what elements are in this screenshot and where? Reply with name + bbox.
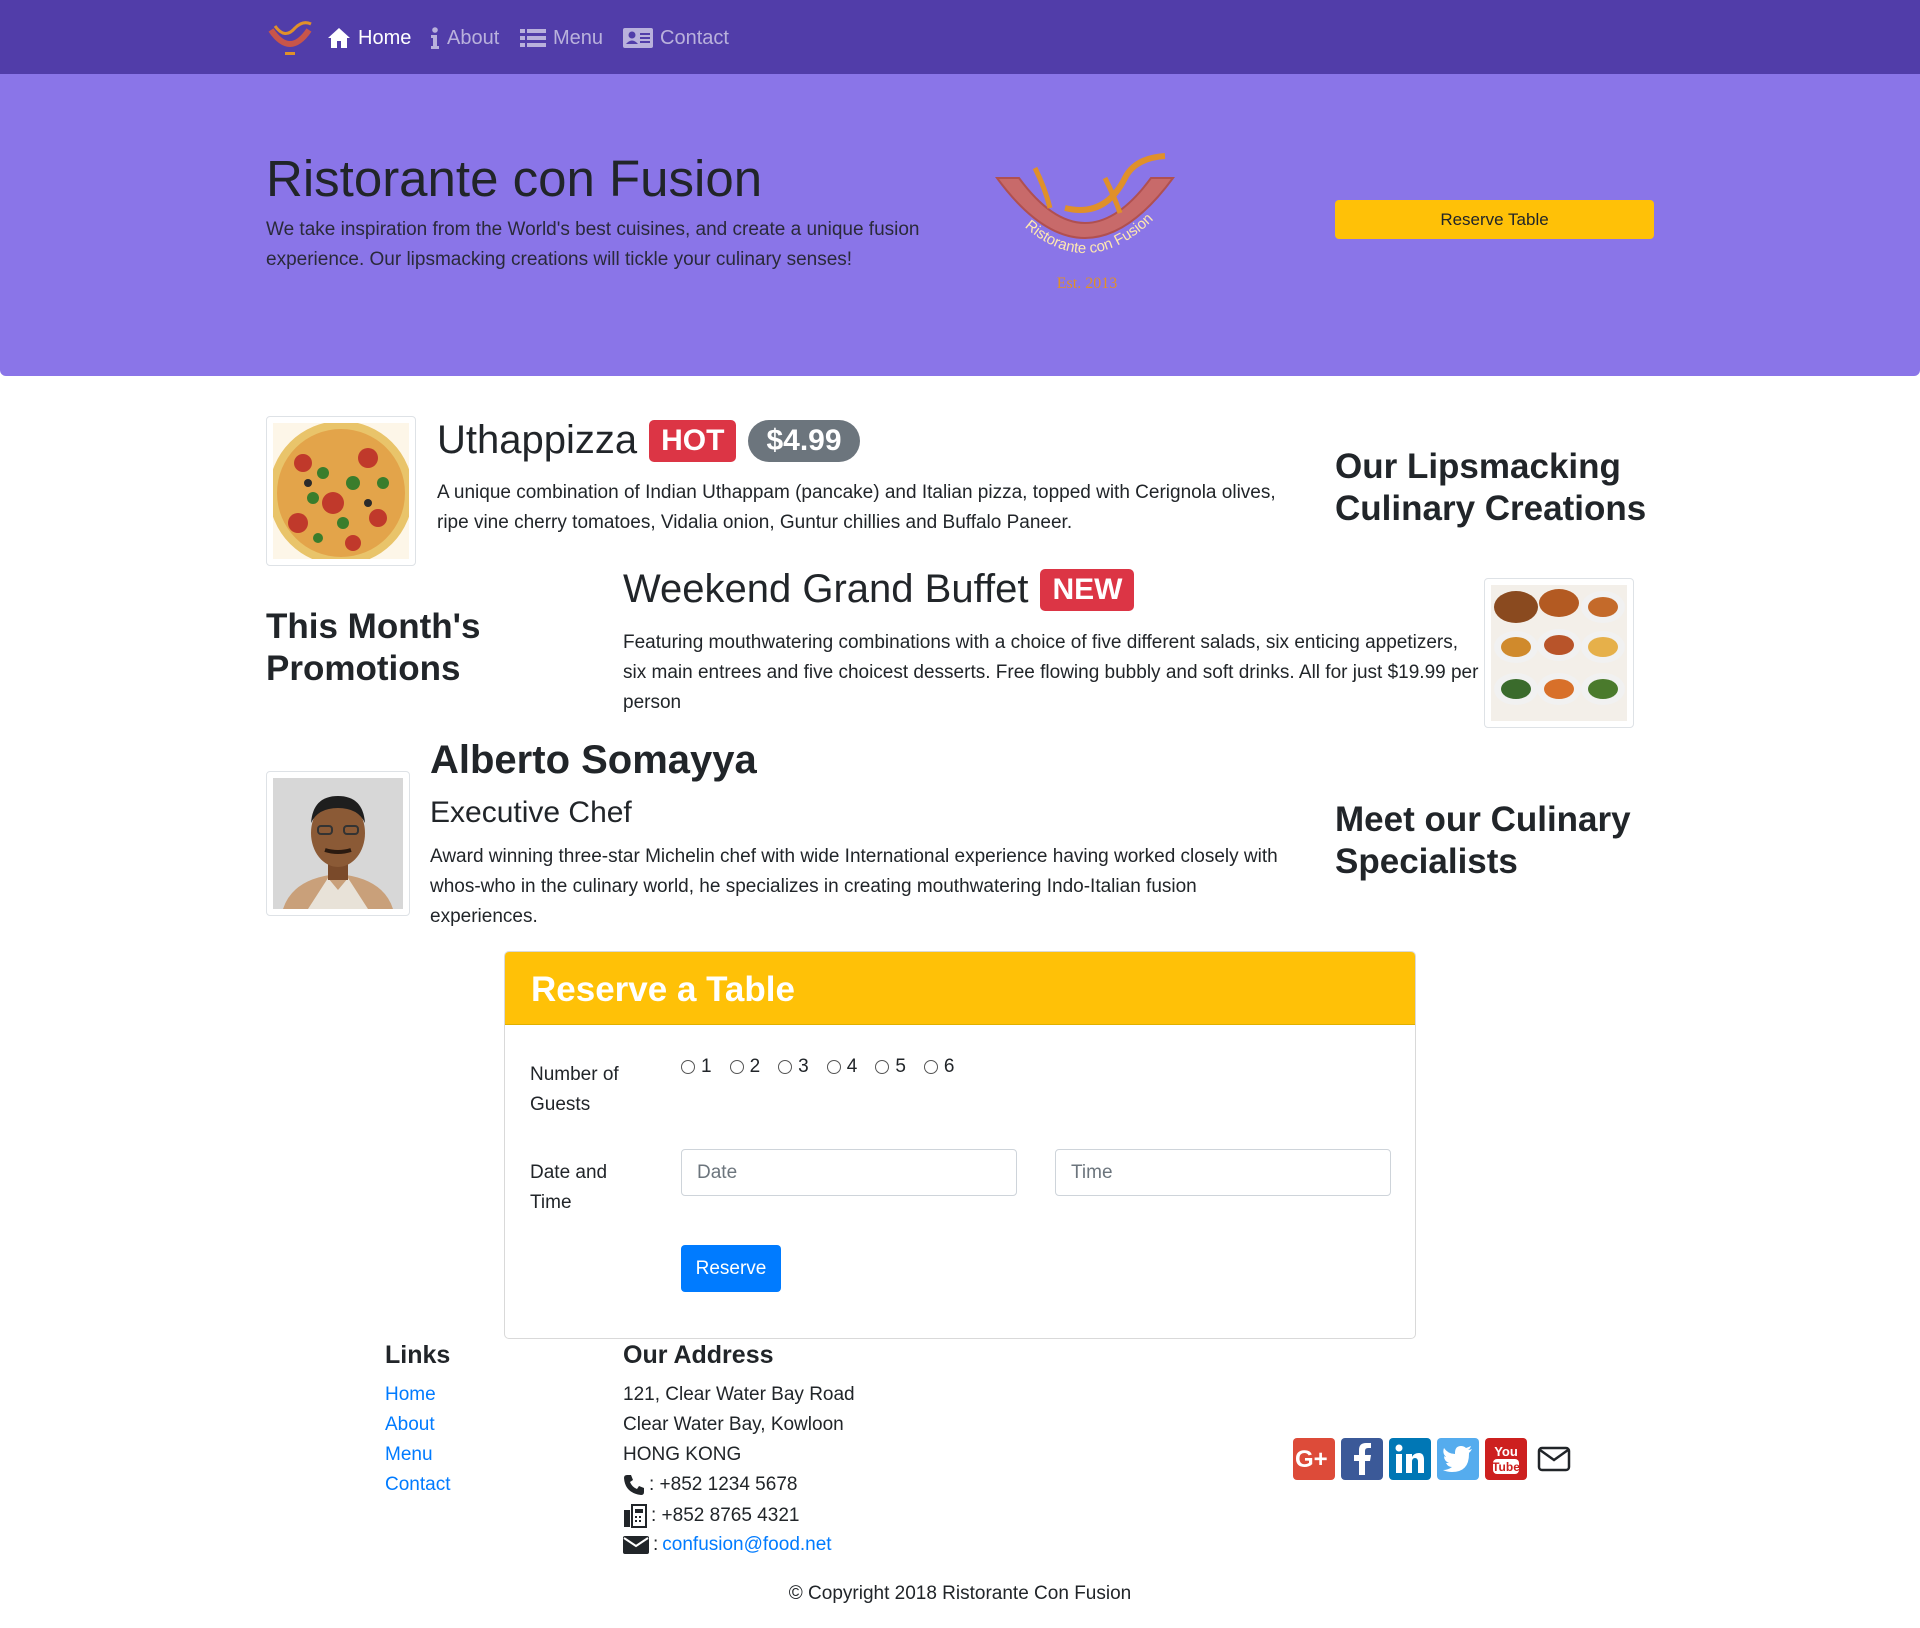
footer-link-home[interactable]: Home (385, 1384, 436, 1406)
reserve-card-title: Reserve a Table (531, 970, 795, 1009)
pizza-image (273, 423, 409, 559)
hero-text: We take inspiration from the World's bes… (266, 219, 920, 270)
email-prefix: : (653, 1534, 659, 1555)
restaurant-logo[interactable] (265, 18, 315, 58)
hot-badge: HOT (649, 419, 737, 462)
svg-text:G+: G+ (1295, 1446, 1328, 1472)
footer-links-heading: Links (385, 1341, 451, 1369)
hero-title: Ristorante con Fusion (266, 150, 763, 207)
leader-description: Award winning three-star Michelin chef w… (430, 846, 1278, 927)
guest-radio-2[interactable]: 2 (729, 1056, 760, 1078)
promotion-description: Featuring mouthwatering combinations wit… (623, 632, 1479, 713)
reserve-card: Reserve a Table Number of Guests 1 2 3 4… (504, 951, 1416, 1339)
twitter-icon[interactable] (1437, 1438, 1479, 1480)
hero-logo: Ristorante con Fusion Est. 2013 (995, 153, 1175, 292)
leader-image (266, 771, 410, 916)
address-line-3: HONG KONG (623, 1444, 742, 1465)
dish-image (266, 416, 416, 566)
promotion-image (1484, 578, 1634, 728)
price-badge: $4.99 (748, 419, 860, 462)
chef-portrait (273, 778, 403, 909)
fax-icon (624, 1504, 647, 1528)
nav-menu[interactable]: Menu (520, 22, 603, 54)
time-input[interactable]: Time (1055, 1149, 1391, 1196)
buffet-image (1491, 585, 1627, 721)
facebook-icon[interactable] (1341, 1438, 1383, 1480)
nav-about[interactable]: About (430, 22, 499, 54)
new-badge: NEW (1040, 568, 1135, 611)
footer-link-about[interactable]: About (385, 1414, 435, 1436)
guest-radio-3[interactable]: 3 (778, 1056, 809, 1078)
leader-designation: Executive Chef (430, 796, 632, 829)
datetime-label: Date and Time (530, 1162, 608, 1213)
youtube-icon[interactable]: You Tube (1485, 1438, 1527, 1480)
address-card-icon (623, 28, 653, 48)
hero-logo-est: Est. 2013 (1057, 275, 1117, 292)
nav-menu-label: Menu (553, 26, 604, 49)
address-line-2: Clear Water Bay, Kowloon (623, 1414, 844, 1435)
svg-text:Tube: Tube (1492, 1460, 1520, 1474)
guests-label: Number of Guests (530, 1064, 619, 1115)
mail-icon[interactable] (1533, 1438, 1575, 1480)
email-link[interactable]: confusion@food.net (662, 1534, 831, 1556)
google-plus-icon[interactable]: G+ (1293, 1438, 1335, 1480)
nav-about-label: About (447, 26, 500, 49)
footer-link-contact[interactable]: Contact (385, 1474, 450, 1496)
navbar: Home About Menu Contact (0, 0, 1920, 74)
email-line: : confusion@food.net (623, 1534, 832, 1556)
phone-number: : +852 1234 5678 (649, 1474, 798, 1495)
dish-description: A unique combination of Indian Uthappam … (437, 482, 1276, 533)
footer-address-heading: Our Address (623, 1341, 774, 1369)
guest-radio-4[interactable]: 4 (826, 1056, 857, 1078)
promotion-heading: Weekend Grand Buffet NEW (623, 567, 1135, 612)
guest-radio-1[interactable]: 1 (681, 1056, 712, 1078)
reserve-card-header: Reserve a Table (505, 952, 1415, 1025)
guest-radio-6[interactable]: 6 (923, 1056, 954, 1078)
info-icon (431, 27, 439, 49)
reserve-submit-button[interactable]: Reserve (681, 1245, 781, 1292)
linkedin-icon[interactable] (1389, 1438, 1431, 1480)
dish-heading: Uthappizza HOT $4.99 (437, 418, 860, 463)
phone-line: : +852 1234 5678 (623, 1474, 797, 1496)
address-line-1: 121, Clear Water Bay Road (623, 1384, 855, 1405)
nav-home[interactable]: Home (327, 22, 411, 54)
footer-link-menu[interactable]: Menu (385, 1444, 433, 1466)
fax-line: : +852 8765 4321 (623, 1504, 799, 1528)
nav-contact[interactable]: Contact (623, 22, 729, 54)
reserve-table-button[interactable]: Reserve Table (1335, 200, 1654, 239)
guests-radio-group: 1 2 3 4 5 6 (681, 1056, 954, 1078)
list-icon (520, 29, 546, 47)
guest-radio-5[interactable]: 5 (875, 1056, 906, 1078)
leader-side-heading: Meet our Culinary Specialists (1335, 800, 1631, 881)
copyright: © Copyright 2018 Ristorante Con Fusion (788, 1583, 1132, 1604)
svg-text:You: You (1494, 1444, 1518, 1459)
phone-icon (624, 1475, 644, 1495)
dish-name: Uthappizza (437, 418, 638, 462)
dish-side-heading: Our Lipsmacking Culinary Creations (1335, 447, 1647, 528)
date-input[interactable]: Date (681, 1149, 1017, 1196)
leader-name: Alberto Somayya (430, 738, 757, 782)
promotion-name: Weekend Grand Buffet (623, 567, 1029, 611)
nav-contact-label: Contact (660, 26, 729, 49)
nav-home-label: Home (358, 26, 412, 49)
promotion-side-heading: This Month's Promotions (266, 607, 481, 688)
fax-number: : +852 8765 4321 (651, 1505, 800, 1526)
home-icon (328, 28, 350, 48)
envelope-icon (623, 1536, 649, 1554)
